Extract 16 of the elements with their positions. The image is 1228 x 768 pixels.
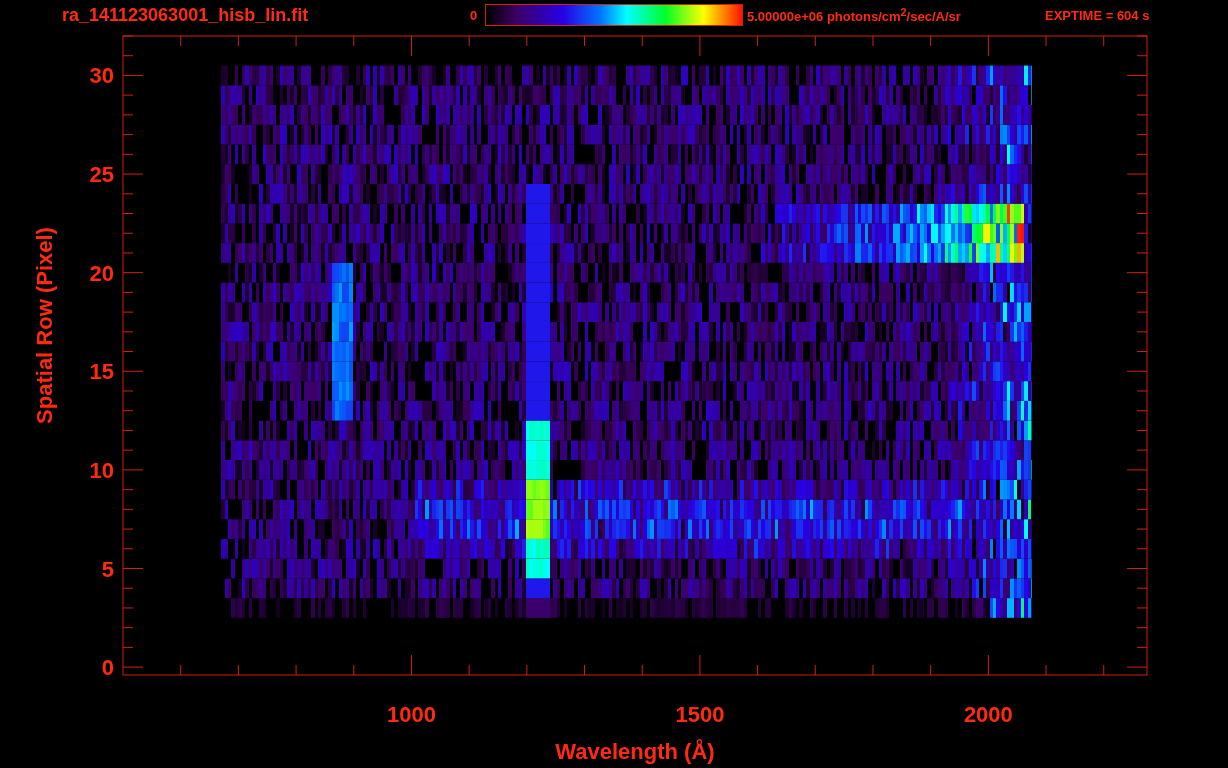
- y-tick-label: 5: [101, 556, 114, 582]
- x-tick-label: 1500: [675, 702, 725, 727]
- file-title: ra_141123063001_hisb_lin.fit: [62, 4, 310, 26]
- y-tick-label: 30: [89, 63, 114, 89]
- y-axis-title: Spatial Row (Pixel): [32, 227, 57, 424]
- exposure-time: EXPTIME = 604 s: [1045, 7, 1150, 23]
- y-tick-label: 15: [89, 359, 114, 385]
- x-tick-label: 2000: [963, 702, 1013, 727]
- x-tick-label: 1000: [386, 702, 436, 727]
- y-tick-label: 25: [89, 162, 114, 188]
- colorbar-max-label: 5.00000e+06 photons/cm$^{2}$/sec/A/sr: [747, 5, 962, 25]
- colorbar-min-label: 0: [470, 7, 479, 23]
- y-tick-label: 0: [101, 655, 114, 681]
- y-tick-label: 10: [89, 457, 114, 483]
- x-axis-title: Wavelength (Å): [555, 739, 715, 764]
- y-tick-label: 20: [89, 260, 114, 286]
